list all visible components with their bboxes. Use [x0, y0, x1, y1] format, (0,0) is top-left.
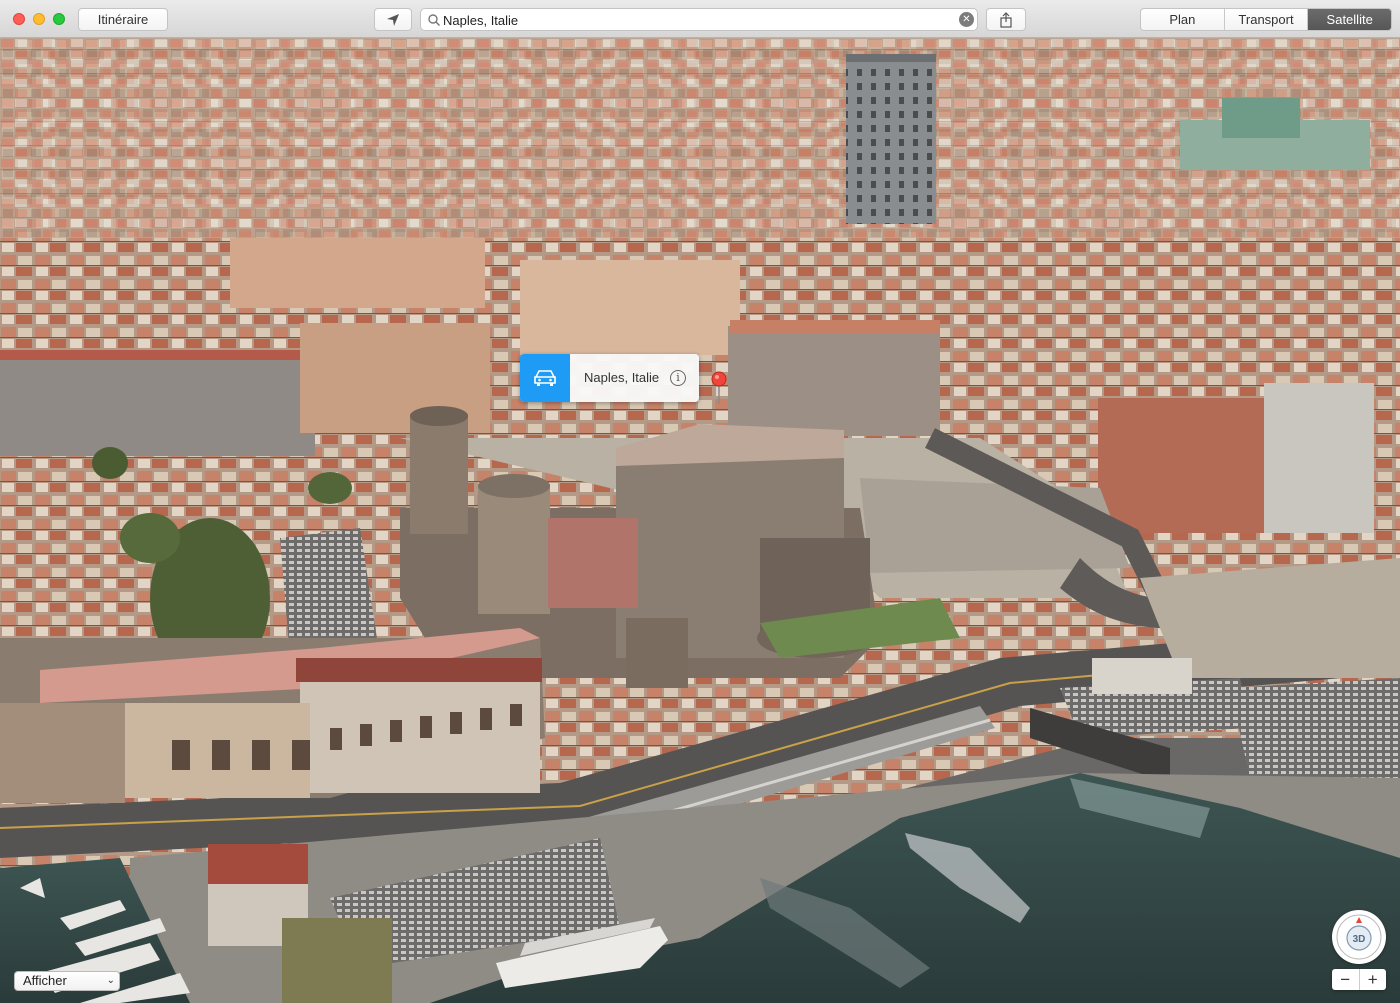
tab-transport[interactable]: Transport — [1225, 9, 1309, 30]
location-arrow-icon — [387, 13, 399, 26]
map-mode-segmented-control: Plan Transport Satellite — [1140, 8, 1392, 31]
directions-button[interactable]: Itinéraire — [78, 8, 168, 31]
compass-label: 3D — [1353, 934, 1366, 945]
place-callout[interactable]: Naples, Italie i — [520, 354, 699, 402]
tab-plan[interactable]: Plan — [1141, 9, 1225, 30]
close-window-button[interactable] — [13, 13, 25, 25]
minimize-window-button[interactable] — [33, 13, 45, 25]
zoom-control: − + — [1332, 969, 1386, 990]
tab-satellite[interactable]: Satellite — [1308, 9, 1391, 30]
satellite-map-view[interactable] — [0, 38, 1400, 1003]
search-icon — [428, 14, 441, 27]
compass-icon: 3D — [1336, 914, 1382, 960]
zoom-in-button[interactable]: + — [1360, 969, 1387, 990]
show-menu-dropdown[interactable]: Afficher ⌄ — [14, 971, 120, 991]
callout-title: Naples, Italie — [584, 370, 660, 385]
search-field[interactable]: ✕ — [420, 8, 978, 31]
current-location-button[interactable] — [374, 8, 412, 31]
share-icon — [1000, 11, 1012, 28]
info-icon[interactable]: i — [670, 370, 686, 386]
zoom-out-button[interactable]: − — [1332, 969, 1360, 990]
location-pin-icon[interactable] — [709, 370, 729, 406]
fullscreen-window-button[interactable] — [53, 13, 65, 25]
satellite-imagery — [0, 38, 1400, 1003]
show-menu-label: Afficher — [23, 973, 67, 988]
window-toolbar: Itinéraire ✕ Plan Transport Satellite — [0, 0, 1400, 38]
car-icon — [534, 370, 556, 386]
compass-3d-button[interactable]: 3D — [1332, 910, 1386, 964]
search-input[interactable] — [443, 11, 953, 29]
share-button[interactable] — [986, 8, 1026, 31]
driving-directions-button[interactable] — [520, 354, 570, 402]
chevron-updown-icon: ⌄ — [106, 975, 115, 986]
clear-search-icon[interactable]: ✕ — [959, 12, 974, 27]
